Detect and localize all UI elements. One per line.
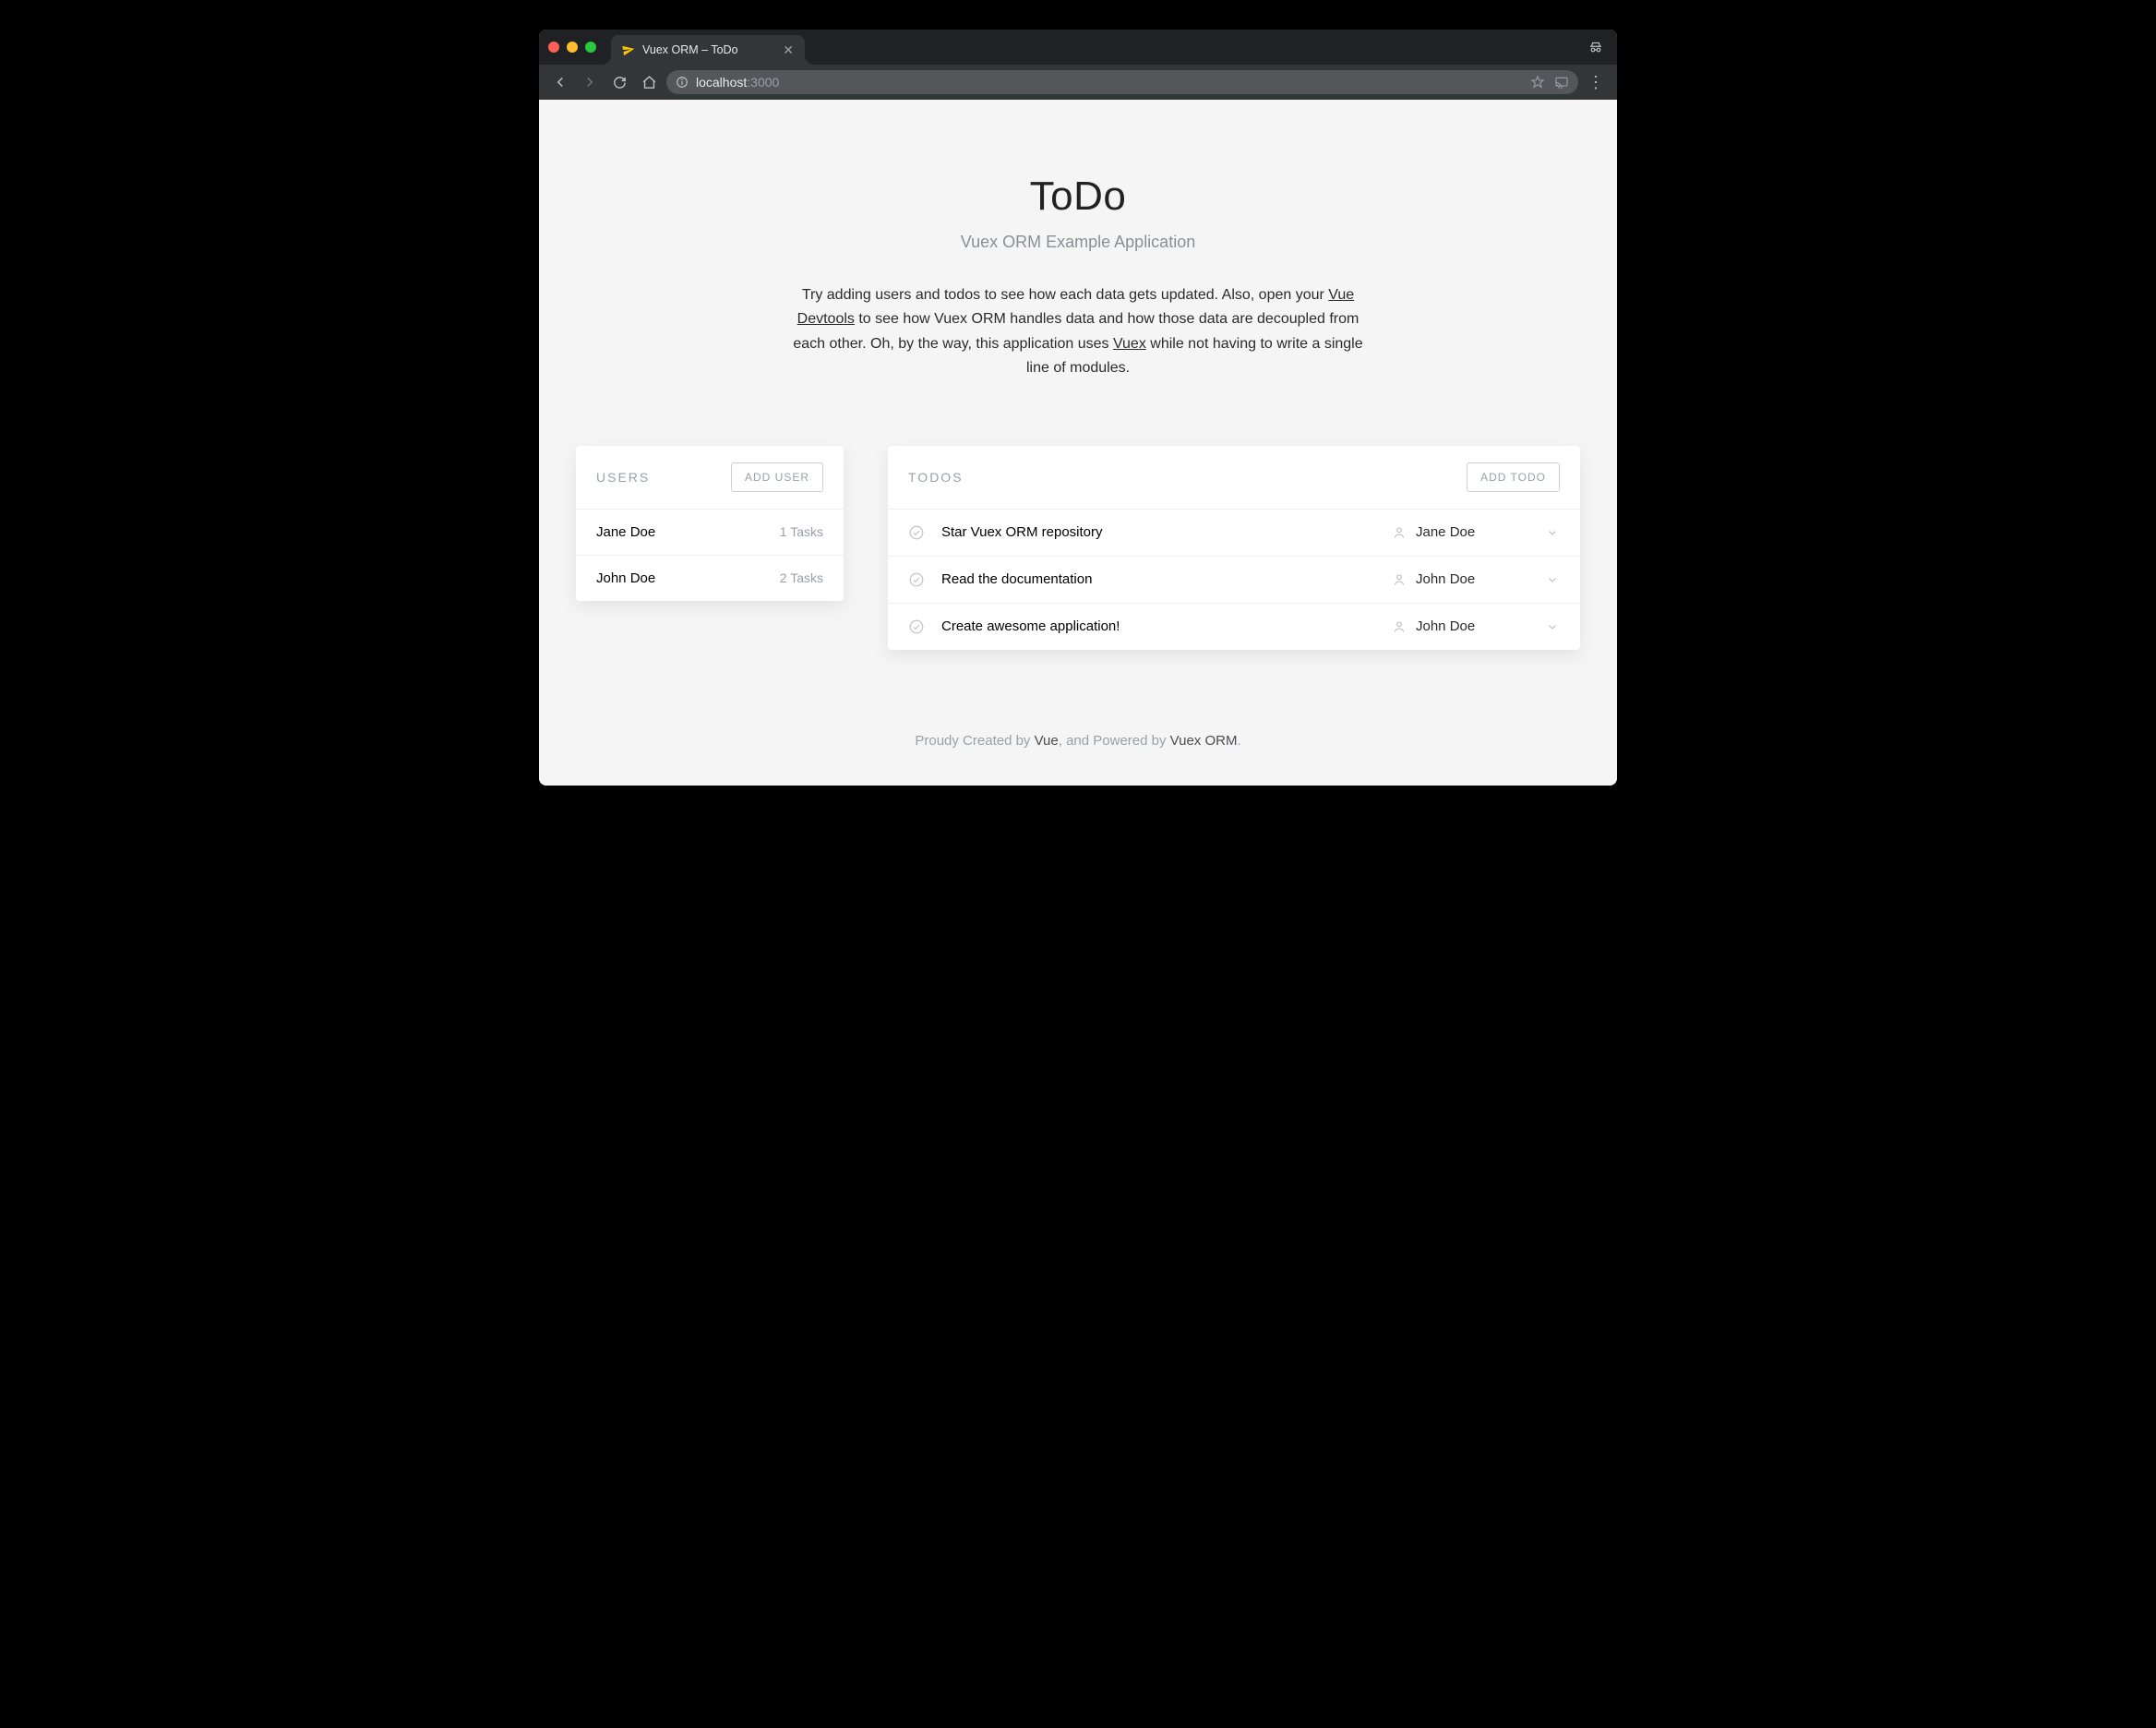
window-minimize-button[interactable] (567, 42, 578, 53)
todo-assignee[interactable]: John Doe (1392, 571, 1530, 587)
cast-icon[interactable] (1554, 75, 1569, 90)
window-maximize-button[interactable] (585, 42, 596, 53)
close-tab-icon[interactable]: ✕ (783, 43, 794, 56)
check-circle-icon[interactable] (908, 618, 927, 635)
todo-title: Read the documentation (941, 571, 1377, 587)
todos-card: TODOS ADD TODO Star Vuex ORM repository (888, 446, 1580, 650)
assignee-name: Jane Doe (1416, 524, 1475, 540)
user-icon (1392, 619, 1407, 634)
window-close-button[interactable] (548, 42, 559, 53)
chevron-down-icon[interactable] (1545, 619, 1560, 634)
assignee-name: John Doe (1416, 571, 1475, 587)
url-text: localhost:3000 (696, 75, 779, 90)
url-path: :3000 (747, 75, 779, 90)
users-heading: USERS (596, 470, 650, 485)
page-subtitle: Vuex ORM Example Application (576, 233, 1580, 252)
home-button[interactable] (637, 70, 661, 94)
browser-menu-button[interactable]: ⋮ (1584, 70, 1608, 94)
page-viewport: ToDo Vuex ORM Example Application Try ad… (539, 100, 1617, 786)
user-task-count: 1 Tasks (780, 524, 823, 539)
browser-toolbar: localhost:3000 ⋮ (539, 65, 1617, 100)
browser-tab[interactable]: Vuex ORM – ToDo ✕ (611, 35, 805, 65)
reload-button[interactable] (607, 70, 631, 94)
assignee-name: John Doe (1416, 618, 1475, 634)
check-circle-icon[interactable] (908, 571, 927, 588)
check-circle-icon[interactable] (908, 524, 927, 541)
todo-row[interactable]: Star Vuex ORM repository Jane Doe (888, 510, 1580, 557)
bookmark-icon[interactable] (1530, 75, 1545, 90)
vuex-link[interactable]: Vuex (1113, 336, 1146, 352)
user-icon (1392, 525, 1407, 540)
hero-section: ToDo Vuex ORM Example Application Try ad… (576, 174, 1580, 381)
paper-plane-icon (621, 42, 636, 57)
incognito-icon (1587, 39, 1604, 55)
forward-button[interactable] (578, 70, 602, 94)
todo-assignee[interactable]: John Doe (1392, 618, 1530, 634)
titlebar: Vuex ORM – ToDo ✕ (539, 30, 1617, 65)
user-row[interactable]: Jane Doe 1 Tasks (576, 510, 844, 556)
user-task-count: 2 Tasks (780, 570, 823, 585)
add-todo-button[interactable]: ADD TODO (1467, 462, 1560, 492)
browser-window: Vuex ORM – ToDo ✕ (539, 30, 1617, 786)
chevron-down-icon[interactable] (1545, 572, 1560, 587)
vuex-orm-link[interactable]: Vuex ORM (1170, 733, 1238, 749)
todo-title: Create awesome application! (941, 618, 1377, 634)
user-name: John Doe (596, 570, 655, 586)
users-card: USERS ADD USER Jane Doe 1 Tasks John Doe… (576, 446, 844, 601)
vue-link[interactable]: Vue (1035, 733, 1059, 749)
page-title: ToDo (576, 174, 1580, 220)
panels: USERS ADD USER Jane Doe 1 Tasks John Doe… (576, 446, 1580, 650)
user-name: Jane Doe (596, 524, 655, 540)
tab-title: Vuex ORM – ToDo (642, 43, 738, 56)
todo-row[interactable]: Read the documentation John Doe (888, 557, 1580, 604)
site-info-icon[interactable] (676, 76, 689, 89)
user-icon (1392, 572, 1407, 587)
page-description: Try adding users and todos to see how ea… (792, 283, 1364, 381)
page-footer: Proudy Created by Vue, and Powered by Vu… (576, 733, 1580, 749)
chevron-down-icon[interactable] (1545, 525, 1560, 540)
url-host: localhost (696, 75, 747, 90)
todos-heading: TODOS (908, 470, 964, 485)
todo-title: Star Vuex ORM repository (941, 524, 1377, 540)
todo-row[interactable]: Create awesome application! John Doe (888, 604, 1580, 650)
back-button[interactable] (548, 70, 572, 94)
add-user-button[interactable]: ADD USER (731, 462, 823, 492)
todo-assignee[interactable]: Jane Doe (1392, 524, 1530, 540)
address-bar[interactable]: localhost:3000 (666, 70, 1578, 94)
user-row[interactable]: John Doe 2 Tasks (576, 556, 844, 601)
